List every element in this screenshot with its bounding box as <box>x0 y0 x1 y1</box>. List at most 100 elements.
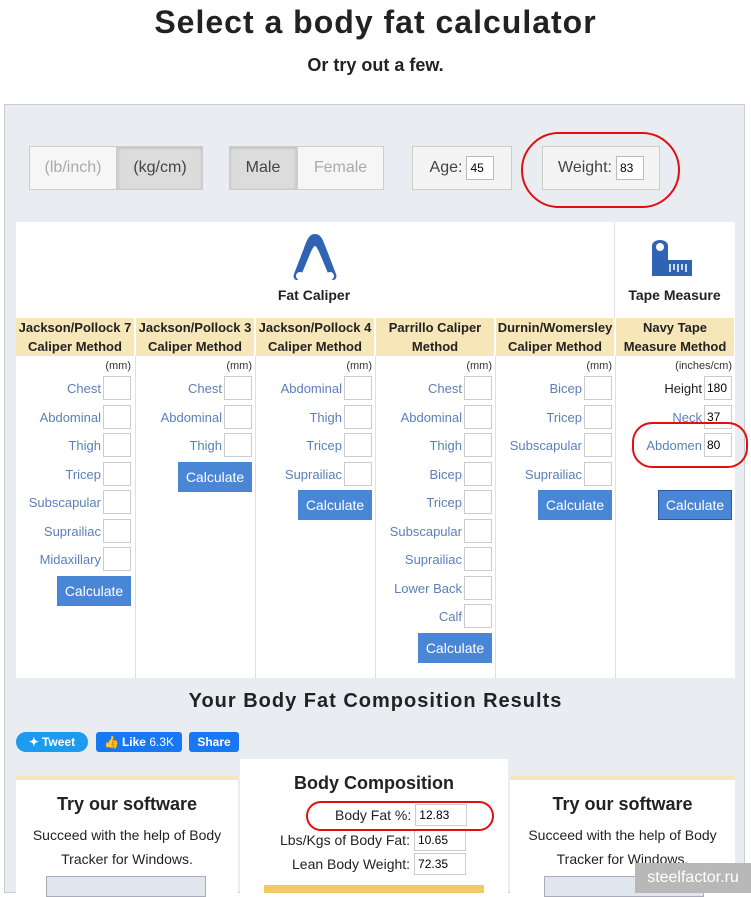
annotation-circle-body-fat <box>306 801 494 831</box>
field-row: Bicep <box>549 376 612 400</box>
thigh-input[interactable] <box>344 405 372 429</box>
field-row: Suprailiac <box>525 462 612 486</box>
age-field: Age: <box>412 146 512 190</box>
height-input[interactable] <box>704 376 732 400</box>
jp7-calculate-button[interactable]: Calculate <box>57 576 131 606</box>
field-label: Suprailiac <box>284 466 342 482</box>
abdominal-input[interactable] <box>103 405 131 429</box>
tweet-label: Tweet <box>41 735 76 749</box>
field-label: Bicep <box>549 380 582 396</box>
unit-label: (mm) <box>105 360 131 372</box>
chest-input[interactable] <box>464 376 492 400</box>
imperial-units-button[interactable]: (lb/inch) <box>29 146 117 190</box>
bicep-input[interactable] <box>584 376 612 400</box>
subscapular-input[interactable] <box>464 519 492 543</box>
suprailiac-input[interactable] <box>103 519 131 543</box>
thigh-input[interactable] <box>103 433 131 457</box>
fat-mass-row: Lbs/Kgs of Body Fat: <box>280 829 466 851</box>
field-label: Tricep <box>546 409 582 425</box>
metric-units-button[interactable]: (kg/cm) <box>117 146 203 190</box>
parrillo-calculate-button[interactable]: Calculate <box>418 633 492 663</box>
page-title: Select a body fat calculator <box>154 4 597 40</box>
lower-back-input[interactable] <box>464 576 492 600</box>
like-button[interactable]: 👍 Like 6.3K <box>96 732 182 752</box>
composition-title: Body Composition <box>294 773 454 793</box>
promo-title: Try our software <box>552 794 693 814</box>
suprailiac-input[interactable] <box>344 462 372 486</box>
field-label: Abdominal <box>280 380 342 396</box>
bird-icon: ✦ <box>28 735 39 749</box>
field-label: Chest <box>428 380 462 396</box>
tweet-button[interactable]: ✦ Tweet <box>16 732 88 752</box>
group-divider <box>614 222 615 318</box>
promo-title: Try our software <box>56 794 198 814</box>
field-row: Thigh <box>189 433 252 457</box>
jp4-calculate-button[interactable]: Calculate <box>298 490 372 520</box>
unit-label: (mm) <box>346 360 372 372</box>
field-row: Suprailiac <box>285 462 372 486</box>
bicep-input[interactable] <box>464 462 492 486</box>
field-label: Lower Back <box>394 580 462 596</box>
tricep-input[interactable] <box>584 405 612 429</box>
thigh-input[interactable] <box>464 433 492 457</box>
field-label: Thigh <box>68 437 101 453</box>
chest-input[interactable] <box>103 376 131 400</box>
abdominal-input[interactable] <box>464 405 492 429</box>
tape-group-label: Tape Measure <box>628 287 721 303</box>
field-row: Calf <box>439 604 492 628</box>
jp3-calculate-button[interactable]: Calculate <box>178 462 252 492</box>
female-button[interactable]: Female <box>297 146 384 190</box>
jp3-column: (mm) Chest Abdominal Thigh Calculate <box>135 356 256 678</box>
field-label: Subscapular <box>509 437 582 453</box>
durnin-calculate-button[interactable]: Calculate <box>538 490 612 520</box>
tricep-input[interactable] <box>344 433 372 457</box>
field-row: Abdominal <box>40 405 131 429</box>
midaxillary-input[interactable] <box>103 547 131 571</box>
abdominal-input[interactable] <box>224 405 252 429</box>
share-button[interactable]: Share <box>189 732 239 752</box>
field-row: Chest <box>428 376 492 400</box>
thigh-input[interactable] <box>224 433 252 457</box>
age-label: Age: <box>429 159 463 176</box>
software-screenshot <box>46 876 206 897</box>
field-row: Tricep <box>65 462 131 486</box>
field-row: Tricep <box>546 405 612 429</box>
tricep-input[interactable] <box>103 462 131 486</box>
age-input[interactable] <box>466 156 495 180</box>
suprailiac-input[interactable] <box>464 547 492 571</box>
field-row: Abdominal <box>401 405 492 429</box>
field-row: Chest <box>67 376 131 400</box>
field-row: Tricep <box>306 433 372 457</box>
field-row: Suprailiac <box>44 519 131 543</box>
subscapular-input[interactable] <box>584 433 612 457</box>
field-label: Tricep <box>426 494 462 510</box>
abdominal-input[interactable] <box>344 376 372 400</box>
annotation-circle-abdomen <box>632 422 748 468</box>
tape-measure-icon <box>652 240 692 276</box>
annotation-circle-weight <box>521 132 680 208</box>
field-label: Calf <box>438 608 462 624</box>
unit-label: (inches/cm) <box>675 360 732 372</box>
field-row: Suprailiac <box>405 547 492 571</box>
field-label: Bicep <box>429 466 462 482</box>
lean-weight-label: Lean Body Weight: <box>292 856 411 872</box>
watermark: steelfactor.ru <box>635 863 751 893</box>
like-label: Like <box>121 735 146 749</box>
navy-calculate-button[interactable]: Calculate <box>658 490 732 520</box>
jp3-header: Jackson/Pollock 3 Caliper Method <box>136 318 254 356</box>
suprailiac-input[interactable] <box>584 462 612 486</box>
calf-input[interactable] <box>464 604 492 628</box>
chest-input[interactable] <box>224 376 252 400</box>
lean-weight-row: Lean Body Weight: <box>292 853 467 875</box>
tricep-input[interactable] <box>464 490 492 514</box>
field-row: Height <box>664 376 732 400</box>
subscapular-input[interactable] <box>103 490 131 514</box>
caliper-group-label: Fat Caliper <box>277 287 351 303</box>
male-button[interactable]: Male <box>229 146 297 190</box>
field-label: Tricep <box>65 466 101 482</box>
jp7-column: (mm) Chest Abdominal Thigh Tricep Subsca… <box>16 356 135 678</box>
field-label: Tricep <box>306 437 342 453</box>
field-row: Chest <box>188 376 252 400</box>
jp4-column: (mm) Abdominal Thigh Tricep Suprailiac C… <box>255 356 376 678</box>
field-label: Midaxillary <box>39 551 101 567</box>
